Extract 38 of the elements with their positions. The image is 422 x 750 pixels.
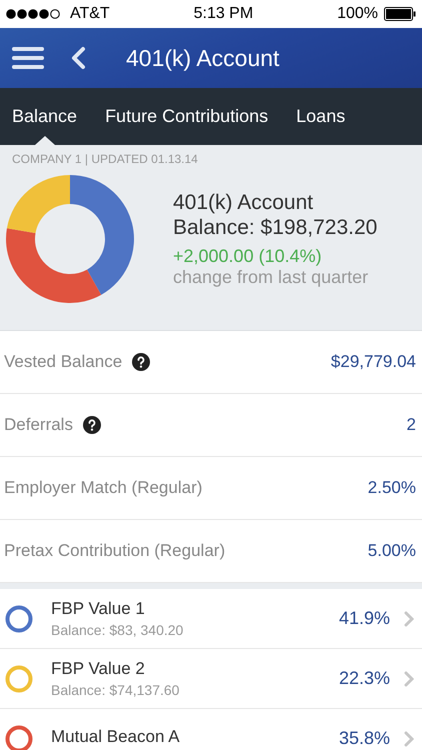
chevron-icon <box>404 670 414 686</box>
fund-name: FBP Value 1 <box>51 599 146 619</box>
fund-row[interactable]: FBP Value 2 Balance: $74,137.60 22.3% <box>0 649 422 709</box>
detail-value: $29,779.04 <box>330 352 416 372</box>
back-button[interactable] <box>70 46 86 70</box>
detail-label: Pretax Contribution (Regular) <box>4 541 226 561</box>
change-amount: +2,000.00 (10.4%) <box>173 246 323 267</box>
detail-value: 2.50% <box>368 478 416 498</box>
fund-share: 35.8% <box>338 728 390 749</box>
fund-row[interactable]: FBP Value 1 Balance: $83, 340.20 41.9% <box>0 589 422 649</box>
help-icon[interactable] <box>132 353 150 371</box>
detail-label: Vested Balance <box>4 352 122 372</box>
fund-name: Mutual Beacon A <box>51 727 181 747</box>
company-updated-label: COMPANY 1 | UPDATED 01.13.14 <box>12 152 198 166</box>
fund-share: 22.3% <box>338 668 390 689</box>
detail-value: 5.00% <box>368 541 416 561</box>
clock-time: 5:13 PM <box>194 5 254 23</box>
account-title: 401(k) Account <box>173 190 314 215</box>
change-caption: change from last quarter <box>173 267 370 288</box>
detail-label: Deferrals <box>4 415 73 435</box>
fund-row[interactable]: Mutual Beacon A 35.8% <box>0 709 422 750</box>
menu-button[interactable] <box>12 46 44 70</box>
fund-balance: Balance: $83, 340.20 <box>51 622 184 638</box>
battery-icon <box>384 7 416 21</box>
carrier-name: AT&T <box>70 5 110 23</box>
fund-balance: Balance: $74,137.60 <box>51 682 180 698</box>
chevron-icon <box>404 730 414 746</box>
help-icon[interactable] <box>82 416 101 434</box>
tab[interactable]: Future Contributions <box>105 88 268 145</box>
detail-value: 2 <box>406 415 416 435</box>
chevron-icon <box>404 610 414 626</box>
fund-share: 41.9% <box>338 608 390 629</box>
account-balance: Balance: $198,723.20 <box>173 215 378 240</box>
fund-name: FBP Value 2 <box>51 659 146 679</box>
screen-title: 401(k) Account <box>126 44 280 72</box>
battery-percent: 100% <box>337 5 378 23</box>
tab[interactable]: Loans <box>296 88 346 145</box>
detail-label: Employer Match (Regular) <box>4 478 202 498</box>
